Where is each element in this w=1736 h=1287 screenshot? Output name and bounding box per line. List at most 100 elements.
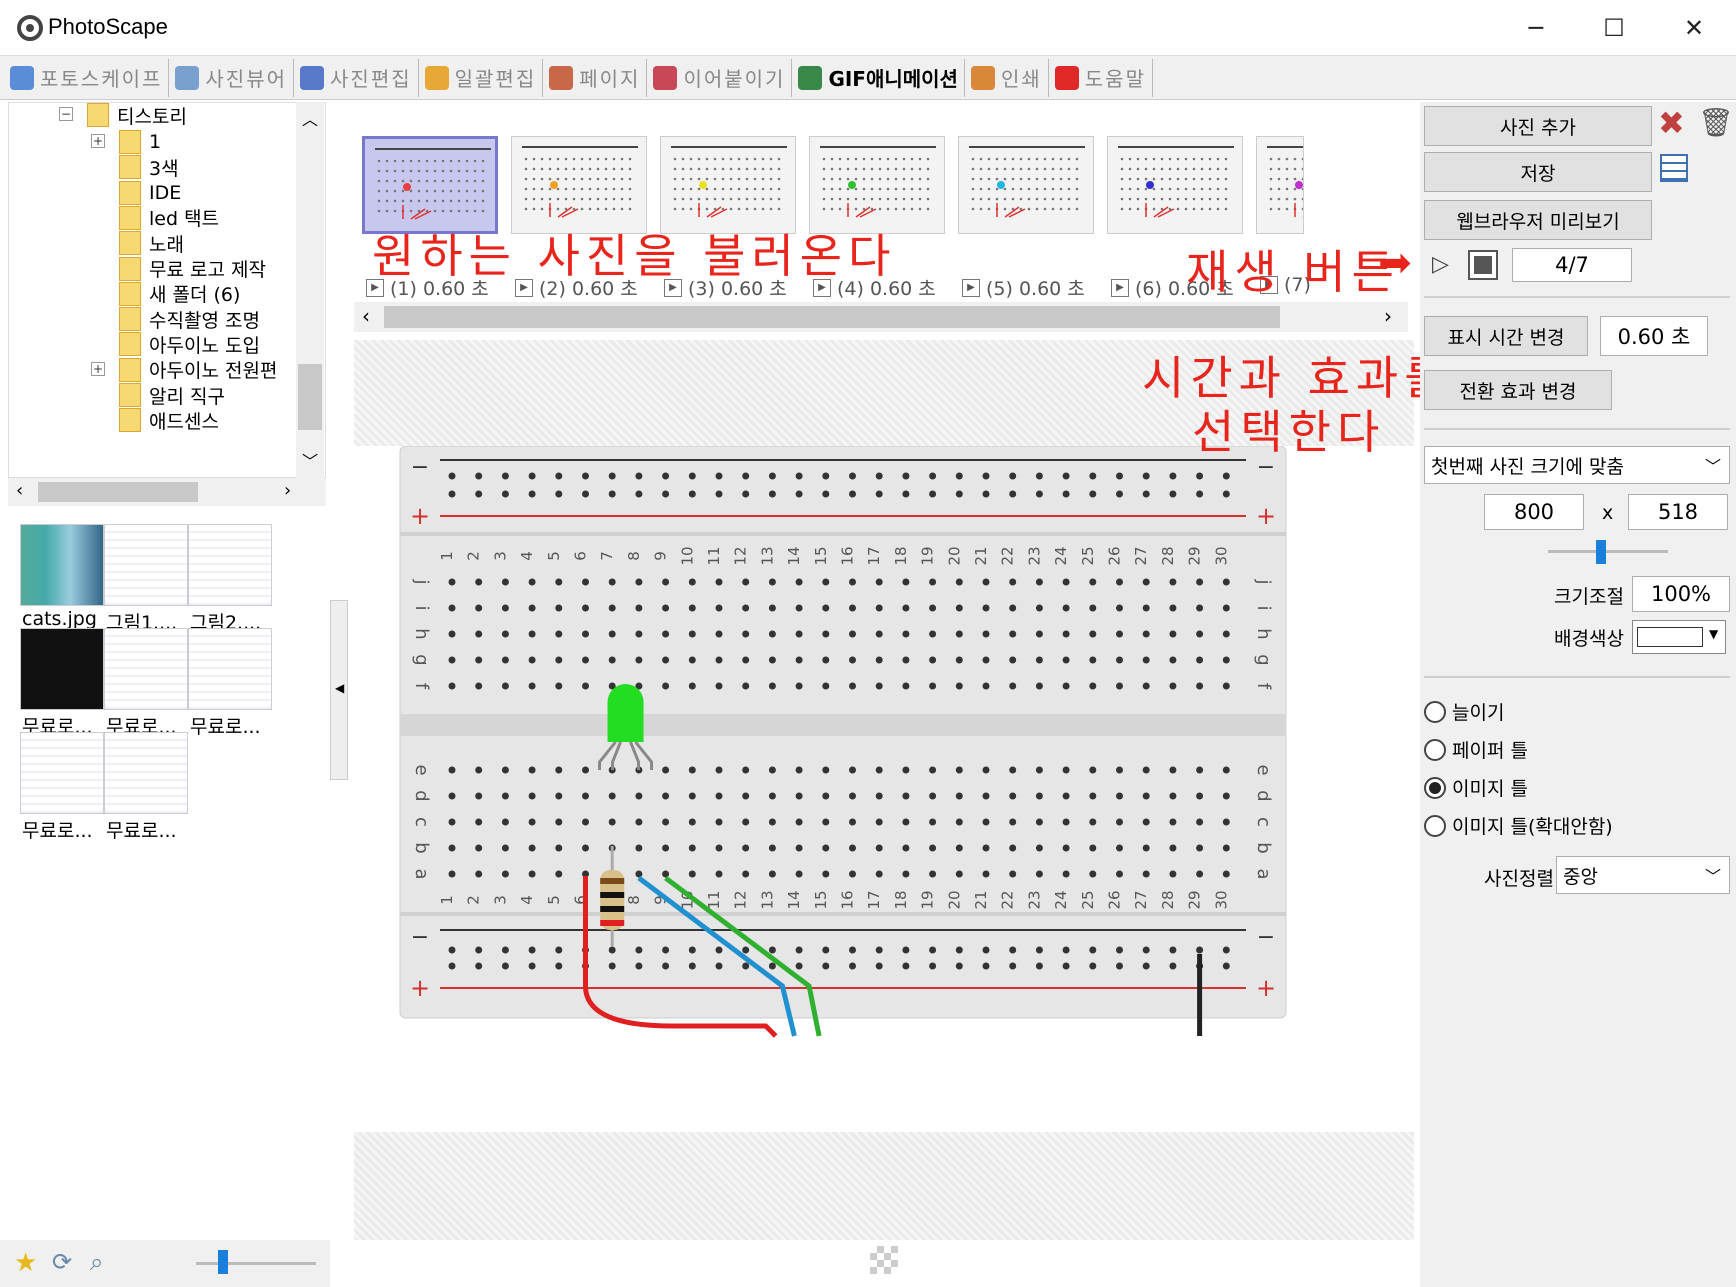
tree-item[interactable]: 알리 직구 (119, 381, 225, 409)
file-thumbnail[interactable] (104, 732, 188, 814)
folder-icon (119, 205, 141, 230)
tree-item[interactable]: 새 폴더 (6) (119, 280, 240, 308)
tree-item[interactable]: 무료 로고 제작 (119, 255, 266, 283)
minimize-button[interactable]: ─ (1496, 0, 1576, 56)
hole (1142, 962, 1150, 970)
scroll-thumb[interactable] (38, 482, 198, 502)
save-button[interactable]: 저장 (1424, 152, 1652, 192)
file-thumbnail[interactable] (104, 524, 188, 606)
file-label: cats.jpg (22, 608, 97, 630)
radio-circle[interactable] (1424, 700, 1446, 723)
tree-item[interactable]: 1 (119, 128, 161, 156)
hole (768, 766, 776, 774)
thumbnail-size-slider[interactable] (196, 1262, 316, 1265)
transition-effect-button[interactable]: 전환 효과 변경 (1424, 370, 1612, 410)
display-time-button[interactable]: 표시 시간 변경 (1424, 316, 1588, 356)
radio-circle[interactable] (1424, 738, 1446, 761)
tab-editor[interactable]: 사진편집 (294, 58, 419, 97)
size-slider[interactable] (1548, 550, 1668, 553)
expand-icon[interactable]: + (91, 361, 105, 376)
remove-icon[interactable]: ✖ (1658, 104, 1685, 142)
tree-item[interactable]: 아두이노 전원편 (119, 356, 277, 384)
frame-thumbnail[interactable] (1256, 136, 1304, 234)
star-icon[interactable]: ★ (14, 1248, 37, 1278)
refresh-icon[interactable]: ⟳ (52, 1248, 72, 1276)
list-icon[interactable] (1660, 154, 1688, 182)
scroll-left-icon[interactable]: ‹ (362, 304, 370, 328)
tree-item[interactable]: 3색 (119, 153, 179, 181)
scale-input[interactable]: 100% (1632, 576, 1730, 612)
tab-help[interactable]: 도움말 (1049, 58, 1153, 97)
play-icon[interactable]: ▷ (1432, 252, 1454, 278)
radio-option[interactable]: 늘이기 (1424, 698, 1504, 725)
tab-viewer[interactable]: 사진뷰어 (169, 58, 295, 97)
stop-button[interactable] (1468, 250, 1498, 280)
tree-item[interactable]: led 택트 (119, 204, 219, 232)
hole (1035, 962, 1043, 970)
width-input[interactable]: 800 (1484, 494, 1584, 530)
frame-label[interactable]: ▶ (5) 0.60 초 (962, 274, 1085, 301)
tree-item[interactable]: IDE (119, 179, 181, 207)
scroll-down-icon[interactable]: ﹀ (302, 448, 318, 472)
align-select[interactable]: 중앙 ﹀ (1556, 856, 1730, 894)
maximize-button[interactable]: ☐ (1574, 0, 1654, 56)
file-thumbnail[interactable] (188, 628, 272, 710)
radio-option[interactable]: 이미지 틀(확대안함) (1424, 812, 1613, 839)
scroll-right-icon[interactable]: › (284, 480, 291, 501)
frame-thumbnail[interactable] (1107, 136, 1243, 234)
transparent-bg-icon[interactable] (870, 1246, 898, 1274)
collapse-icon[interactable]: − (59, 107, 73, 121)
tree-root[interactable]: 티스토리 (87, 103, 187, 129)
scroll-up-icon[interactable]: ︿ (302, 106, 318, 130)
find-folder-icon[interactable]: ⌕ (90, 1248, 103, 1276)
tab-gif[interactable]: GIF애니메이션 (792, 58, 965, 97)
tree-item[interactable]: 애드센스 (119, 406, 219, 434)
close-button[interactable]: ✕ (1654, 0, 1734, 56)
expand-icon[interactable]: + (91, 134, 105, 148)
tree-vertical-scrollbar[interactable]: ︿ ﹀ (296, 102, 324, 478)
frame-thumbnail[interactable] (958, 136, 1094, 234)
radio-option[interactable]: 페이퍼 틀 (1424, 736, 1528, 763)
bg-color-picker[interactable]: ▼ (1632, 620, 1726, 654)
file-thumbnail[interactable] (20, 732, 104, 814)
size-mode-select[interactable]: 첫번째 사진 크기에 맞춤 ﹀ (1424, 446, 1730, 484)
tree-horizontal-scrollbar[interactable]: ‹ › (8, 478, 326, 506)
hole (822, 472, 830, 480)
tab-page[interactable]: 페이지 (543, 58, 648, 97)
slider-handle[interactable] (1596, 540, 1606, 564)
display-time-value[interactable]: 0.60 초 (1600, 316, 1708, 356)
hole (501, 472, 509, 480)
collapse-arrow-icon[interactable]: ◀ (335, 681, 344, 695)
scroll-thumb[interactable] (384, 306, 1280, 328)
scroll-right-icon[interactable]: › (1384, 304, 1392, 328)
file-thumbnail[interactable] (20, 524, 104, 606)
height-input[interactable]: 518 (1628, 494, 1728, 530)
browser-preview-button[interactable]: 웹브라우저 미리보기 (1424, 200, 1652, 240)
radio-circle[interactable] (1424, 776, 1446, 799)
file-thumbnail[interactable] (104, 628, 188, 710)
folder-icon (119, 332, 141, 357)
radio-option[interactable]: 이미지 틀 (1424, 774, 1528, 801)
add-photo-button[interactable]: 사진 추가 (1424, 106, 1652, 146)
strip-horizontal-scrollbar[interactable]: ‹ › (354, 302, 1408, 332)
tab-print[interactable]: 인쇄 (965, 58, 1049, 97)
tab-combine[interactable]: 이어붙이기 (647, 58, 793, 97)
panel-splitter[interactable]: ◀ (330, 600, 348, 780)
hole (501, 844, 509, 852)
radio-circle[interactable] (1424, 814, 1446, 837)
folder-tree[interactable]: 티스토리 − 1 +3색 IDE led 택트 노래 무료 로고 제작 새 폴더 (6) 수직촬영… (8, 102, 326, 478)
tree-item[interactable]: 수직촬영 조명 (119, 305, 260, 333)
hole (1222, 946, 1230, 954)
tab-batch[interactable]: 일괄편집 (419, 58, 544, 97)
slider-handle[interactable] (218, 1250, 228, 1274)
scroll-left-icon[interactable]: ‹ (16, 480, 23, 501)
tree-item[interactable]: 노래 (119, 229, 184, 257)
hole (1169, 844, 1177, 852)
trash-icon[interactable]: 🗑 (1698, 106, 1734, 139)
file-thumbnail[interactable] (20, 628, 104, 710)
align-label: 사진정렬 (1484, 868, 1554, 890)
file-thumbnail[interactable] (188, 524, 272, 606)
scroll-thumb[interactable] (298, 364, 322, 430)
tree-item[interactable]: 아두이노 도입 (119, 330, 260, 358)
tab-photoscape[interactable]: 포토스케이프 (4, 58, 170, 97)
